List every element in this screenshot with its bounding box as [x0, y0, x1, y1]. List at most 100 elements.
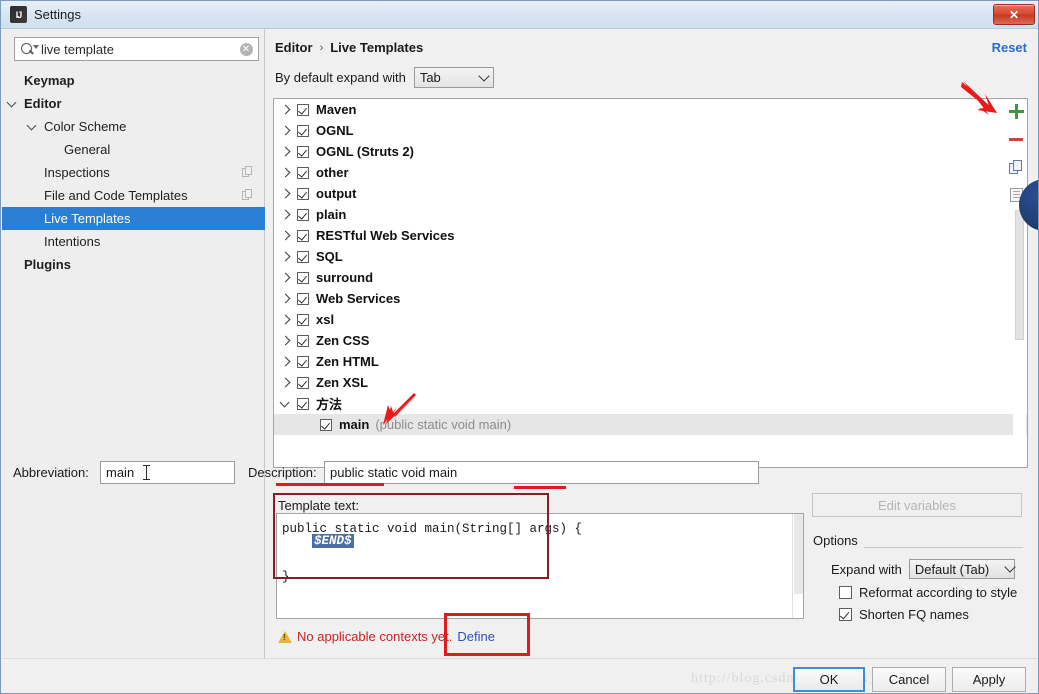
template-group-row[interactable]: output: [274, 183, 1027, 204]
template-checkbox[interactable]: [297, 188, 309, 200]
template-checkbox[interactable]: [297, 314, 309, 326]
template-group-row[interactable]: OGNL: [274, 120, 1027, 141]
shorten-fq-label: Shorten FQ names: [859, 607, 969, 622]
duplicate-template-button[interactable]: [1001, 153, 1031, 181]
sidebar-item-live-templates[interactable]: Live Templates: [2, 207, 265, 230]
chevron-right-icon[interactable]: [280, 358, 297, 365]
expand-with-label: Expand with: [831, 562, 902, 577]
sidebar-item-file-and-code-templates[interactable]: File and Code Templates: [2, 184, 265, 207]
sidebar-item-editor[interactable]: Editor: [2, 92, 265, 115]
template-group-row[interactable]: surround: [274, 267, 1027, 288]
remove-template-button[interactable]: [1001, 125, 1031, 153]
template-checkbox[interactable]: [297, 230, 309, 242]
chevron-right-icon[interactable]: [280, 253, 297, 260]
code-line-4: }: [277, 568, 803, 586]
template-text-scrollbar[interactable]: [792, 514, 803, 618]
search-field-wrapper[interactable]: ✕: [14, 37, 259, 61]
reformat-checkbox-row[interactable]: Reformat according to style: [839, 585, 1017, 600]
scrollbar-thumb[interactable]: [1015, 210, 1024, 340]
template-group-row[interactable]: Zen CSS: [274, 330, 1027, 351]
search-icon[interactable]: [15, 43, 41, 56]
chevron-right-icon[interactable]: [280, 274, 297, 281]
template-group-row[interactable]: OGNL (Struts 2): [274, 141, 1027, 162]
breadcrumb: Editor › Live Templates: [275, 40, 423, 55]
template-group-row[interactable]: RESTful Web Services: [274, 225, 1027, 246]
clear-search-icon[interactable]: ✕: [234, 43, 258, 56]
template-group-row[interactable]: Web Services: [274, 288, 1027, 309]
template-group-row[interactable]: Zen XSL: [274, 372, 1027, 393]
shorten-checkbox-row[interactable]: Shorten FQ names: [839, 607, 969, 622]
breadcrumb-separator-icon: ›: [320, 42, 324, 54]
template-checkbox[interactable]: [297, 398, 309, 410]
template-checkbox[interactable]: [297, 104, 309, 116]
shorten-fq-checkbox[interactable]: [839, 608, 852, 621]
sidebar-item-color-scheme[interactable]: Color Scheme: [2, 115, 265, 138]
close-button[interactable]: ✕: [993, 4, 1035, 25]
template-checkbox[interactable]: [297, 356, 309, 368]
chevron-right-icon[interactable]: [280, 295, 297, 302]
template-checkbox[interactable]: [320, 419, 332, 431]
chevron-right-icon[interactable]: [280, 337, 297, 344]
template-checkbox[interactable]: [297, 251, 309, 263]
template-row[interactable]: main(public static void main): [274, 414, 1027, 435]
settings-category-tree: KeymapEditorColor SchemeGeneralInspectio…: [2, 69, 265, 276]
expand-with-select[interactable]: Default (Tab): [909, 559, 1015, 579]
sidebar-item-keymap[interactable]: Keymap: [2, 69, 265, 92]
sidebar-item-intentions[interactable]: Intentions: [2, 230, 265, 253]
template-meta-row: Abbreviation: Description:: [8, 461, 1032, 485]
template-group-row[interactable]: other: [274, 162, 1027, 183]
chevron-right-icon[interactable]: [280, 106, 297, 113]
chevron-right-icon[interactable]: [280, 211, 297, 218]
breadcrumb-root[interactable]: Editor: [275, 40, 313, 55]
template-checkbox[interactable]: [297, 377, 309, 389]
sidebar-item-general[interactable]: General: [2, 138, 265, 161]
reformat-checkbox[interactable]: [839, 586, 852, 599]
define-context-link[interactable]: Define: [457, 629, 495, 644]
title-bar: IJ Settings ✕: [1, 1, 1039, 29]
chevron-down-icon[interactable]: [24, 125, 38, 129]
template-group-row[interactable]: xsl: [274, 309, 1027, 330]
template-group-row[interactable]: Maven: [274, 99, 1027, 120]
ok-button[interactable]: OK: [793, 667, 865, 692]
apply-button[interactable]: Apply: [952, 667, 1026, 692]
chevron-right-icon[interactable]: [280, 316, 297, 323]
sidebar-item-plugins[interactable]: Plugins: [2, 253, 265, 276]
template-group-row[interactable]: 方法: [274, 393, 1027, 414]
chevron-right-icon[interactable]: [280, 169, 297, 176]
end-variable-token[interactable]: $END$: [312, 534, 354, 548]
template-checkbox[interactable]: [297, 209, 309, 221]
copy-icon: [1009, 160, 1023, 175]
template-name: Zen XSL: [316, 375, 368, 390]
template-groups-list[interactable]: MavenOGNLOGNL (Struts 2)otheroutput plain…: [273, 98, 1028, 468]
template-checkbox[interactable]: [297, 293, 309, 305]
template-checkbox[interactable]: [297, 167, 309, 179]
edit-variables-button[interactable]: Edit variables: [812, 493, 1022, 517]
window-title: Settings: [34, 7, 81, 22]
chevron-right-icon[interactable]: [280, 190, 297, 197]
search-input[interactable]: [41, 42, 234, 57]
chevron-right-icon[interactable]: [280, 379, 297, 386]
template-group-row[interactable]: plain: [274, 204, 1027, 225]
template-checkbox[interactable]: [297, 272, 309, 284]
template-name: plain: [316, 207, 346, 222]
cancel-button[interactable]: Cancel: [872, 667, 946, 692]
template-checkbox[interactable]: [297, 335, 309, 347]
chevron-down-icon[interactable]: [4, 102, 18, 106]
scrollbar-thumb[interactable]: [794, 514, 803, 594]
add-template-button[interactable]: [1001, 97, 1031, 125]
template-checkbox[interactable]: [297, 146, 309, 158]
chevron-right-icon[interactable]: [280, 232, 297, 239]
template-checkbox[interactable]: [297, 125, 309, 137]
abbreviation-input[interactable]: [100, 461, 235, 484]
chevron-right-icon[interactable]: [280, 148, 297, 155]
sidebar-item-inspections[interactable]: Inspections: [2, 161, 265, 184]
chevron-down-icon[interactable]: [280, 402, 297, 406]
reset-link[interactable]: Reset: [992, 40, 1027, 55]
chevron-right-icon[interactable]: [280, 127, 297, 134]
template-text-editor[interactable]: public static void main(String[] args) {…: [276, 513, 804, 619]
template-group-row[interactable]: Zen HTML: [274, 351, 1027, 372]
default-expand-select[interactable]: Tab: [414, 67, 494, 88]
template-group-row[interactable]: SQL: [274, 246, 1027, 267]
default-expand-value: Tab: [420, 70, 475, 85]
description-input[interactable]: [324, 461, 759, 484]
